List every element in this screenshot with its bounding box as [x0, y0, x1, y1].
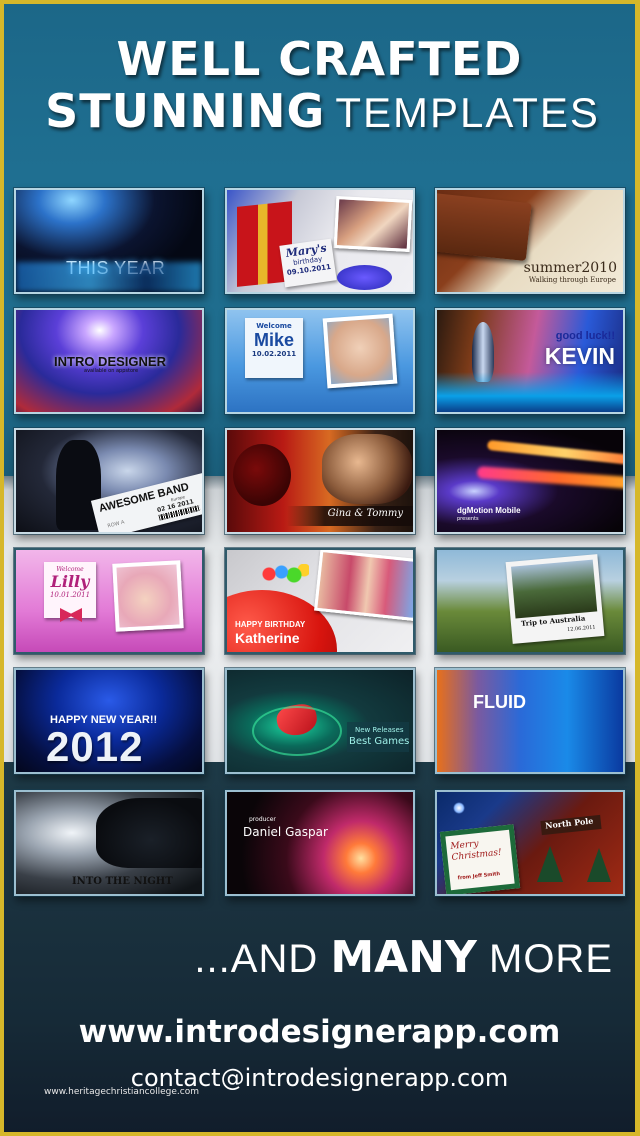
tagline-bold: MANY: [330, 932, 477, 983]
template-title: INTRO DESIGNER: [54, 354, 166, 369]
template-happy-birthday-katherine[interactable]: HAPPY BIRTHDAY Katherine: [225, 548, 415, 654]
template-intro-designer[interactable]: INTRO DESIGNER available on appstore: [14, 308, 204, 414]
star-icon: [453, 802, 465, 814]
name-tag: Mary's birthday 09.10.2011: [279, 238, 337, 288]
trees: [96, 798, 202, 868]
template-title: Mike: [253, 330, 295, 350]
template-marys-birthday[interactable]: Mary's birthday 09.10.2011: [225, 188, 415, 294]
flower-icon: [337, 265, 392, 290]
radar-ring: [252, 706, 342, 756]
template-prefix: producer: [249, 816, 276, 823]
template-title: KEVIN: [544, 343, 615, 369]
template-subtitle: presents: [457, 516, 479, 522]
template-title: Gina & Tommy: [327, 508, 403, 519]
template-prefix: HAPPY BIRTHDAY: [235, 620, 306, 629]
template-good-luck-kevin[interactable]: good luck!! KEVIN: [435, 308, 625, 414]
template-producer-daniel-gaspar[interactable]: producer Daniel Gaspar: [225, 790, 415, 896]
template-trip-to-australia[interactable]: Trip to Australia 12.06.2011: [435, 548, 625, 654]
ticket: AWESOME BAND Europe ROW A 02 16 2011: [90, 472, 202, 532]
template-seat: ROW A: [106, 519, 126, 530]
website-link[interactable]: www.introdesignerapp.com: [4, 1014, 635, 1050]
template-date: 10.01.2011: [49, 591, 91, 599]
template-prefix: New Releases: [355, 726, 404, 734]
template-title: Merry Christmas!: [449, 839, 503, 863]
tree-icon: [587, 848, 611, 882]
template-title: Katherine: [235, 630, 300, 646]
template-title: Daniel Gaspar: [243, 825, 328, 839]
template-title: dgMotion Mobile: [457, 506, 521, 515]
party-photo: [333, 196, 413, 252]
template-title: INTO THE NIGHT: [72, 876, 173, 887]
watermark: www.heritagechristiancollege.com: [44, 1087, 199, 1097]
baby-photo: [112, 560, 184, 632]
template-title: summer2010: [523, 260, 617, 276]
kids-photo: [314, 550, 413, 622]
template-date: 10.02.2011: [251, 350, 297, 358]
template-subtitle: available on appstore: [84, 368, 139, 374]
template-gina-and-tommy[interactable]: Gina & Tommy: [225, 428, 415, 534]
name-card: Welcome Mike 10.02.2011: [245, 318, 303, 378]
balloons: [259, 564, 309, 584]
template-best-games[interactable]: New Releases Best Games: [225, 668, 415, 774]
polaroid: Trip to Australia 12.06.2011: [505, 554, 605, 644]
template-this-year[interactable]: THIS YEAR: [14, 188, 204, 294]
template-merry-christmas[interactable]: North Pole Merry Christmas! from Jeff Sm…: [435, 790, 625, 896]
template-dgmotion-presents[interactable]: dgMotion Mobile presents: [435, 428, 625, 534]
couple-photo: [322, 434, 412, 504]
promo-poster: WELL CRAFTED STUNNING TEMPLATES THIS YEAR…: [0, 0, 640, 1136]
template-title: THIS YEAR: [66, 258, 166, 278]
template-subtitle: from Jeff Smith: [457, 870, 501, 882]
template-welcome-lilly[interactable]: Welcome Lilly 10.01.2011: [14, 548, 204, 654]
waterfall-photo: [511, 559, 598, 619]
template-prefix: good luck!!: [555, 330, 615, 342]
template-happy-new-year-2012[interactable]: HAPPY NEW YEAR!! 2012: [14, 668, 204, 774]
greeting-card: Merry Christmas! from Jeff Smith: [439, 824, 521, 894]
template-into-the-night[interactable]: INTO THE NIGHT: [14, 790, 204, 896]
template-title: FLUID: [473, 692, 526, 712]
template-summer-2010[interactable]: summer2010 Walking through Europe: [435, 188, 625, 294]
template-welcome-mike[interactable]: Welcome Mike 10.02.2011: [225, 308, 415, 414]
template-date: 12.06.2011: [566, 624, 596, 634]
template-title: Best Games: [349, 736, 410, 747]
trophy-icon: [472, 322, 494, 382]
template-title: Lilly: [50, 572, 90, 591]
template-subtitle: Walking through Europe: [528, 276, 616, 284]
tagline-prefix: ...AND: [194, 937, 319, 981]
template-title: 2012: [46, 723, 144, 770]
template-fluid[interactable]: FLUID: [435, 668, 625, 774]
suitcase-icon: [437, 192, 532, 262]
rose-icon: [233, 444, 291, 506]
template-prefix: Welcome: [256, 322, 292, 330]
tagline: ...AND MANY MORE: [194, 932, 613, 983]
tagline-suffix: MORE: [489, 937, 613, 981]
tree-icon: [537, 846, 563, 882]
template-awesome-band[interactable]: AWESOME BAND Europe ROW A 02 16 2011: [14, 428, 204, 534]
baby-photo: [322, 313, 398, 389]
name-card: Welcome Lilly 10.01.2011: [44, 562, 96, 618]
